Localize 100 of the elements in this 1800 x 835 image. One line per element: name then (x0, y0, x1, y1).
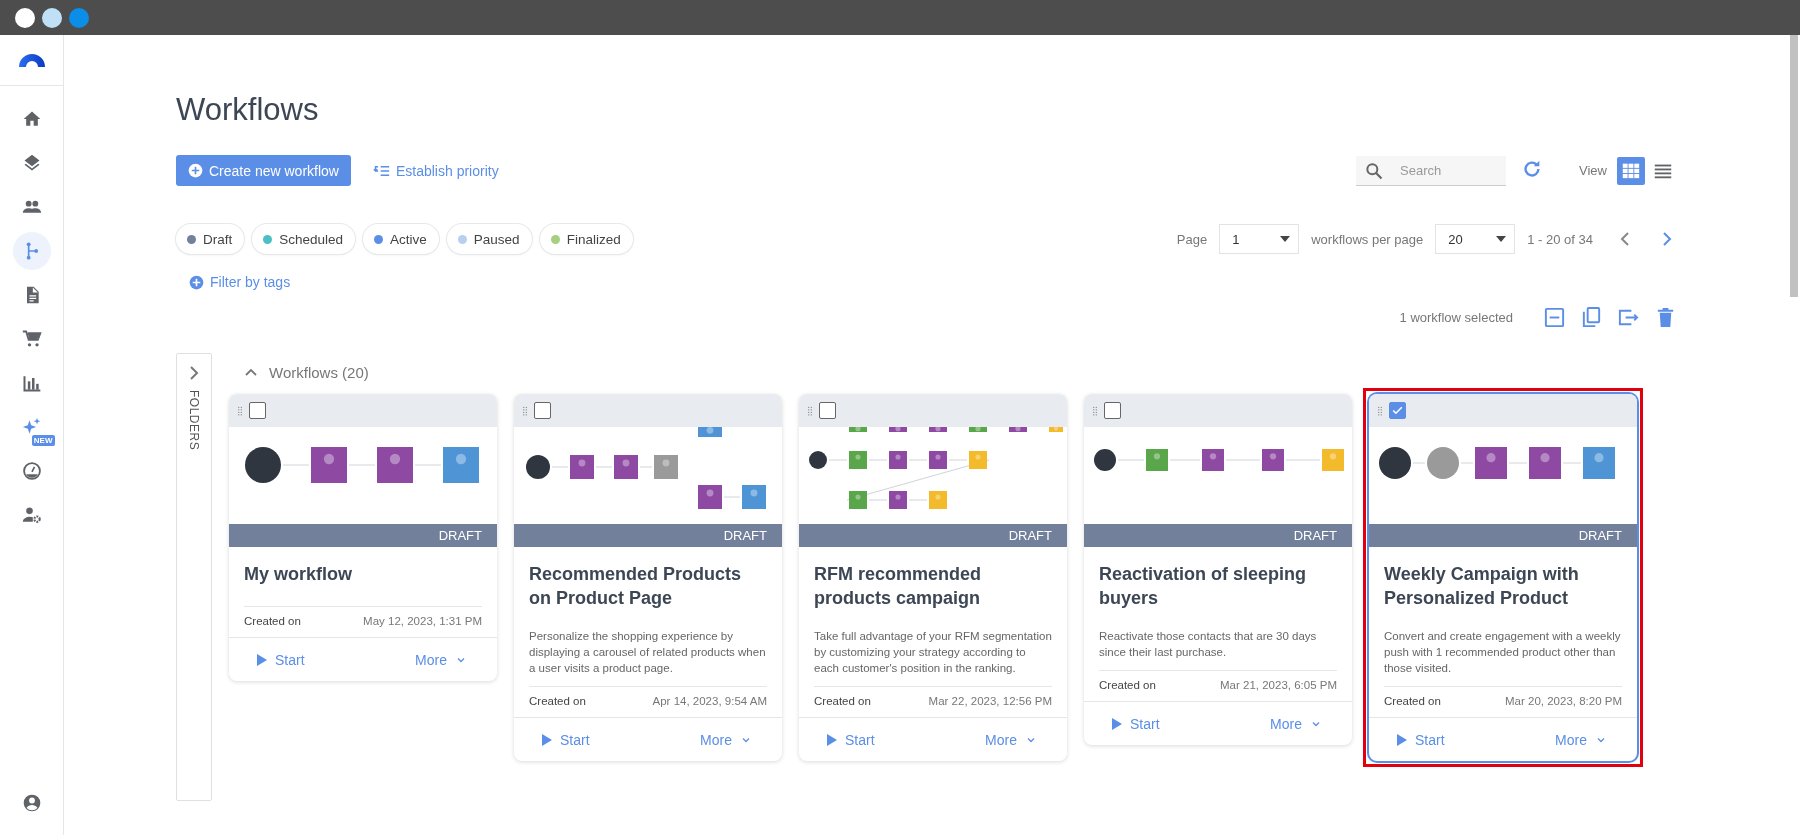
workflow-title: RFM recommended products campaign (814, 563, 983, 610)
establish-priority-link[interactable]: Establish priority (372, 162, 499, 179)
group-title: Workflows (20) (269, 363, 369, 381)
priority-icon (372, 163, 390, 178)
folders-label: FOLDERS (187, 390, 201, 451)
layers-icon (21, 153, 42, 173)
start-button[interactable]: Start (827, 731, 875, 748)
status-filter-chip[interactable]: Finalized (539, 224, 633, 254)
workflow-title: Weekly Campaign with Personalized Product (1384, 563, 1580, 610)
workflow-title: Recommended Products on Product Page (529, 563, 743, 610)
plus-icon (189, 274, 204, 290)
page-title: Workflows (176, 91, 320, 129)
plus-icon (188, 163, 203, 178)
start-button[interactable]: Start (1397, 731, 1445, 748)
more-button[interactable]: More (985, 731, 1037, 748)
status-filter-chip[interactable]: Paused (446, 224, 532, 254)
created-label: Created on (814, 695, 871, 707)
sidebar-item[interactable] (12, 232, 51, 270)
workflow-description: Convert and create engagement with a weekly push with 1 recommended product other than those visited. (1384, 629, 1622, 676)
per-page-select[interactable]: 20 (1435, 224, 1516, 254)
caret-icon (1280, 236, 1291, 242)
drag-handle-icon[interactable] (235, 405, 245, 416)
play-icon (542, 733, 552, 746)
grid-view-button[interactable] (1617, 156, 1645, 185)
start-button[interactable]: Start (542, 731, 590, 748)
new-badge: NEW (31, 435, 55, 446)
status-banner: DRAFT (229, 524, 497, 547)
checkbox[interactable] (819, 402, 836, 419)
status-filter-chip[interactable]: Active (363, 224, 439, 254)
play-icon (1397, 733, 1407, 746)
page-label: Page (1176, 231, 1208, 247)
gauge-icon (21, 461, 42, 481)
more-button[interactable]: More (1555, 731, 1607, 748)
created-label: Created on (1099, 679, 1156, 691)
checkbox[interactable] (534, 402, 551, 419)
user-gear-icon (21, 505, 42, 525)
view-label: View (1579, 163, 1607, 178)
status-filter-chip[interactable]: Scheduled (252, 224, 356, 254)
created-label: Created on (1384, 695, 1441, 707)
per-page-label: workflows per page (1311, 231, 1424, 247)
more-button[interactable]: More (1270, 715, 1322, 732)
selection-count: 1 workflow selected (1399, 310, 1513, 325)
window-button[interactable] (42, 7, 62, 28)
chevron-right-icon (188, 366, 200, 380)
create-workflow-button[interactable]: Create new workflow (176, 155, 351, 186)
filter-by-tags-link[interactable]: Filter by tags (189, 274, 291, 290)
checkbox[interactable] (1389, 402, 1406, 419)
cart-icon (21, 329, 42, 349)
bar-chart-icon (21, 373, 42, 393)
caret-icon (1496, 236, 1507, 242)
workflow-card[interactable] (514, 394, 782, 761)
play-icon (1112, 717, 1122, 730)
checkmark-icon (1391, 404, 1404, 417)
chevron-right-icon (1661, 232, 1673, 246)
created-label: Created on (529, 695, 586, 707)
drag-handle-icon[interactable] (805, 405, 815, 416)
workflow-description: Reactivate those contacts that are 30 days since their last purchase. (1099, 629, 1318, 660)
workflow-description: Take full advantage of your RFM segmentation by customizing your strategy according to each customer's position in the ranking. (814, 629, 1052, 676)
folders-panel[interactable]: FOLDERS (176, 353, 212, 801)
workflow-card[interactable] (799, 394, 1067, 761)
more-button[interactable]: More (700, 731, 752, 748)
scrollbar[interactable] (1790, 35, 1798, 297)
more-button[interactable]: More (415, 651, 467, 668)
workflow-card[interactable]: DRAFT Weekly Campaign with Personalized Product Convert and create engagement with a weekly push with 1 recommended product other than those visited. Created on Mar 20, 2023, 8:20 PM Start More (1369, 394, 1637, 761)
home-icon (21, 109, 42, 129)
status-filter-chip[interactable]: Draft (176, 224, 245, 254)
workflow-title: Reactivation of sleeping buyers (1099, 563, 1308, 610)
status-banner: DRAFT (1369, 524, 1637, 547)
sparkles-icon (21, 417, 42, 437)
status-banner: DRAFT (799, 524, 1067, 547)
created-date: Mar 22, 2023, 12:56 PM (928, 695, 1052, 707)
page-select[interactable]: 1 (1219, 224, 1300, 254)
status-banner: DRAFT (514, 524, 782, 547)
status-banner: DRAFT (1084, 524, 1352, 547)
chevron-left-icon (1619, 232, 1631, 246)
created-label: Created on (244, 615, 301, 627)
drag-handle-icon[interactable] (520, 405, 530, 416)
collapse-icon[interactable] (245, 366, 257, 378)
window-button[interactable] (15, 7, 35, 28)
workflow-title: My workflow (244, 563, 353, 586)
play-icon (827, 733, 837, 746)
start-button[interactable]: Start (257, 651, 305, 668)
workflow-card[interactable]: DRAFT Reactivation of sleeping buyers Reactivate those contacts that are 30 days since their last purchase. Created on Mar 21, 2023, 6:05 PM Start More (1084, 394, 1352, 745)
copy-icon[interactable] (1580, 306, 1603, 329)
search-field[interactable]: Search (1356, 155, 1507, 186)
play-icon (257, 653, 267, 666)
workflow-card[interactable]: DRAFT My workflow Created on May 12, 2023, 1:31 PM Start More (229, 394, 497, 681)
workflow-description: Personalize the shopping experience by displaying a carousel of related products when a user visits a product page. (529, 629, 767, 676)
drag-handle-icon[interactable] (1375, 405, 1385, 416)
created-date: Mar 21, 2023, 6:05 PM (1220, 679, 1337, 691)
account-icon[interactable] (21, 793, 42, 813)
drag-handle-icon[interactable] (1090, 405, 1100, 416)
created-date: May 12, 2023, 1:31 PM (363, 615, 482, 627)
start-button[interactable]: Start (1112, 715, 1160, 732)
created-date: Mar 20, 2023, 8:20 PM (1505, 695, 1622, 707)
created-date: Apr 14, 2023, 9:54 AM (652, 695, 767, 707)
deselect-icon[interactable] (1543, 306, 1566, 329)
checkbox[interactable] (1104, 402, 1121, 419)
page-range: 1 - 20 of 34 (1527, 231, 1593, 247)
checkbox[interactable] (249, 402, 266, 419)
